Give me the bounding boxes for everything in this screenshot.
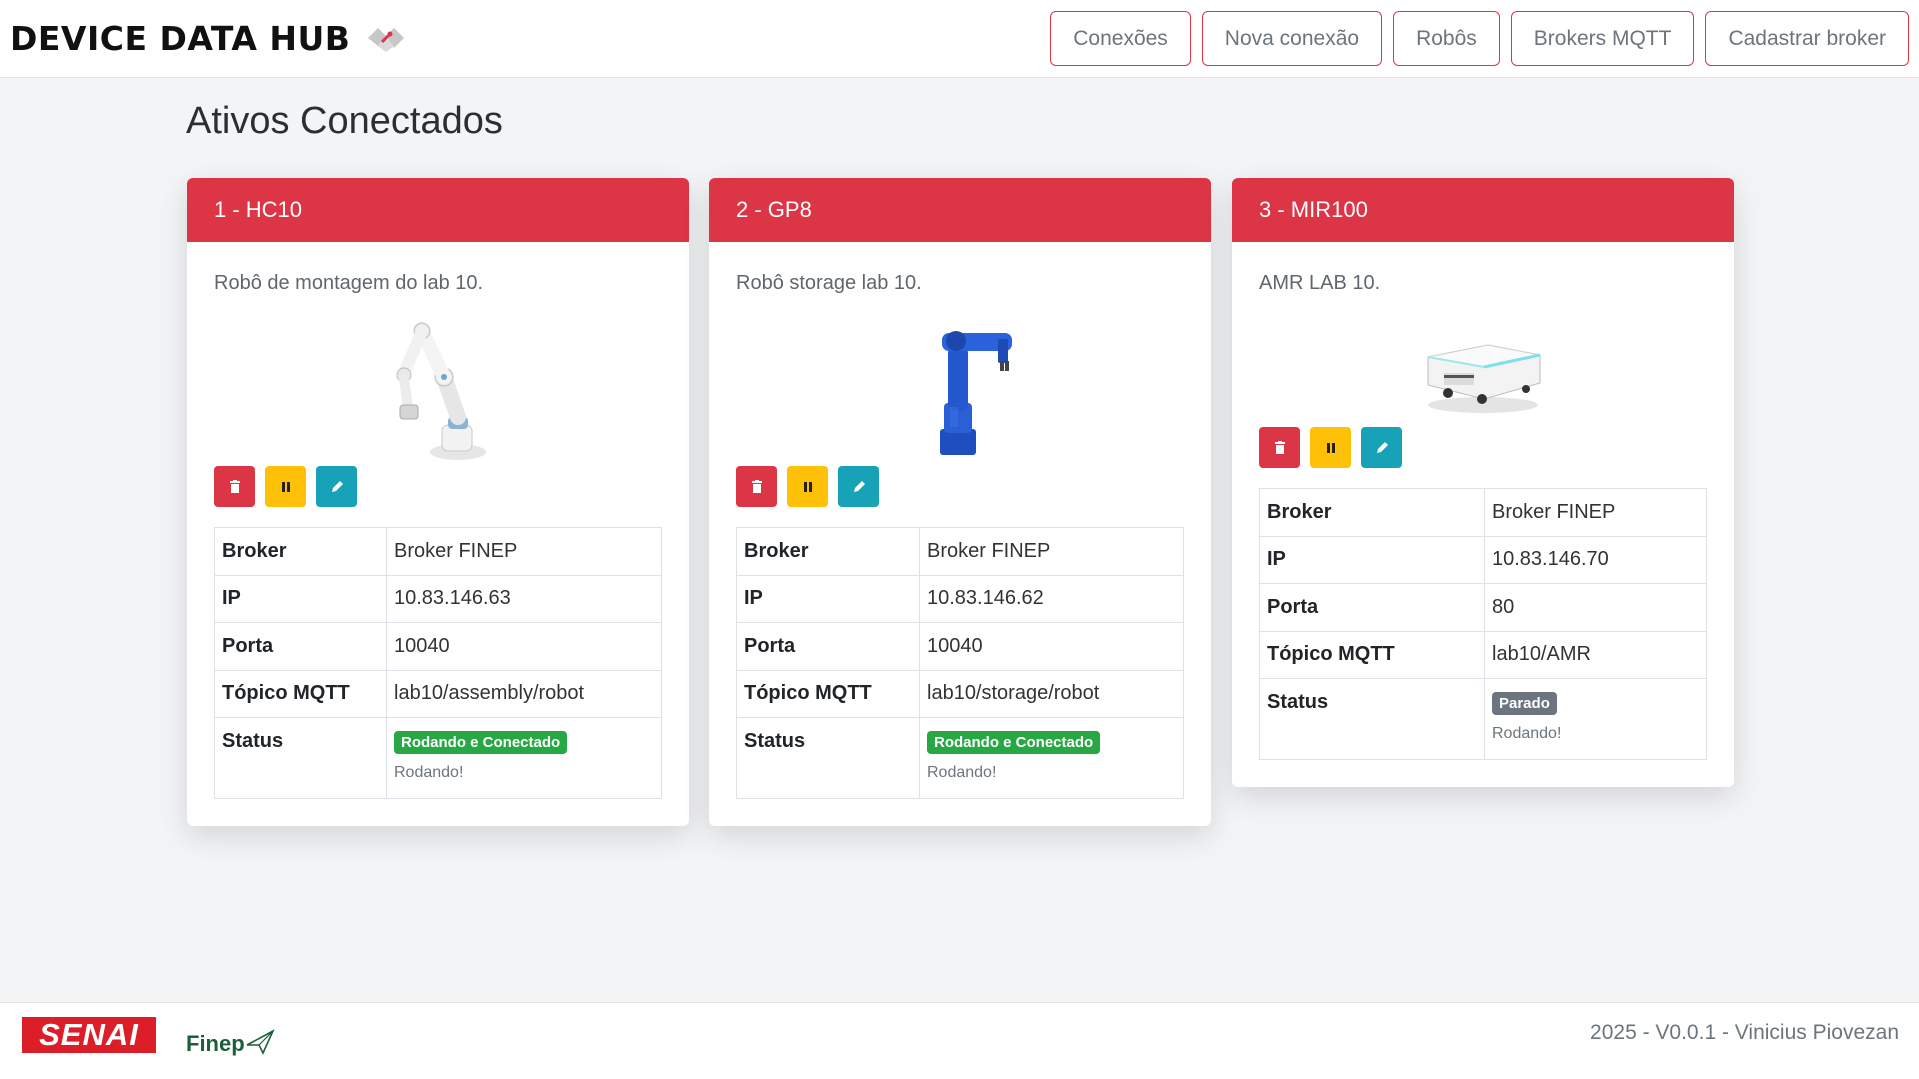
topic-label: Tópico MQTT [214,669,387,718]
pencil-icon [331,480,343,492]
table-row: Porta 10040 [214,622,662,671]
brand[interactable]: DEVICE DATA HUB [10,16,408,60]
status-label: Status [736,717,920,799]
ip-value: 10.83.146.62 [919,574,1184,623]
pause-button[interactable] [1310,427,1351,468]
trash-icon [1274,440,1285,454]
pause-icon [1326,442,1335,453]
status-text: Rodando! [1492,725,1562,742]
senai-logo: SENAI [22,1017,156,1053]
status-label: Status [214,717,387,799]
delete-button[interactable] [214,466,255,507]
brand-title: DEVICE DATA HUB [10,18,351,58]
broker-label: Broker [214,527,387,576]
brand-logo-icon [368,28,405,52]
device-card-hc10: 1 - HC10 Robô de montagem do lab 10. Bro… [187,178,689,826]
robot-gp8-image [940,331,1012,455]
status-badge: Rodando e Conectado [394,731,568,754]
top-navbar: DEVICE DATA HUB Conexões Nova conexão Ro… [0,0,1919,78]
table-row: Tópico MQTT lab10/assembly/robot [214,669,662,718]
delete-button[interactable] [736,466,777,507]
paper-plane-icon [246,1029,275,1055]
table-row: Status Parado Rodando! [1259,678,1707,760]
trash-icon [229,479,240,493]
ip-value: 10.83.146.70 [1484,535,1707,584]
table-row: Broker Broker FINEP [214,527,662,576]
robot-mir100-image [1427,344,1541,413]
device-info-table: Broker Broker FINEP IP 10.83.146.70 Port… [1259,488,1707,760]
device-info-table: Broker Broker FINEP IP 10.83.146.62 Port… [736,527,1184,799]
card-description: Robô de montagem do lab 10. [214,272,484,294]
device-info-table: Broker Broker FINEP IP 10.83.146.63 Port… [214,527,662,799]
nav-brokers-mqtt-button[interactable]: Brokers MQTT [1510,11,1695,66]
status-label: Status [1259,678,1485,760]
status-badge: Parado [1492,692,1557,715]
topic-value: lab10/storage/robot [919,669,1184,718]
topic-value: lab10/AMR [1484,630,1707,679]
status-text: Rodando! [394,764,464,781]
table-row: Status Rodando e Conectado Rodando! [736,717,1184,799]
ip-label: IP [736,574,920,623]
pencil-icon [853,480,865,492]
nav-robos-button[interactable]: Robôs [1393,11,1500,66]
device-card-gp8: 2 - GP8 Robô storage lab 10. Broker Brok… [709,178,1211,826]
table-row: Porta 80 [1259,583,1707,632]
broker-value: Broker FINEP [919,527,1184,576]
topic-label: Tópico MQTT [736,669,920,718]
port-value: 10040 [919,622,1184,671]
nav-conexoes-button[interactable]: Conexões [1050,11,1191,66]
footer: SENAI Finep 2025 - V0.0.1 - Vinicius Pio… [0,1002,1919,1079]
port-value: 80 [1484,583,1707,632]
pause-icon [803,481,812,492]
ip-label: IP [1259,535,1485,584]
status-text: Rodando! [927,764,997,781]
edit-button[interactable] [1361,427,1402,468]
senai-logo-text: SENAI [39,1017,139,1052]
robot-hc10-image [396,322,486,460]
nav-buttons: Conexões Nova conexão Robôs Brokers MQTT… [1050,11,1909,66]
pencil-icon [1376,441,1388,453]
table-row: Broker Broker FINEP [736,527,1184,576]
broker-label: Broker [1259,488,1485,537]
finep-logo-text: Finep [186,1031,245,1056]
card-description: Robô storage lab 10. [736,272,922,294]
port-label: Porta [736,622,920,671]
finep-logo: Finep [186,1017,275,1057]
card-title: 2 - GP8 [709,178,1211,242]
table-row: IP 10.83.146.62 [736,574,1184,623]
pause-button[interactable] [787,466,828,507]
pause-icon [281,481,290,492]
port-label: Porta [214,622,387,671]
broker-value: Broker FINEP [386,527,662,576]
copyright-text: 2025 - V0.0.1 - Vinicius Piovezan [1590,1021,1899,1044]
device-card-mir100: 3 - MIR100 AMR LAB 10. Broker Broker FIN… [1232,178,1734,787]
table-row: IP 10.83.146.70 [1259,535,1707,584]
card-title: 3 - MIR100 [1232,178,1734,242]
trash-icon [751,479,762,493]
page-title: Ativos Conectados [186,100,503,142]
nav-nova-conexao-button[interactable]: Nova conexão [1201,11,1383,66]
table-row: Status Rodando e Conectado Rodando! [214,717,662,799]
table-row: Tópico MQTT lab10/storage/robot [736,669,1184,718]
ip-label: IP [214,574,387,623]
broker-value: Broker FINEP [1484,488,1707,537]
table-row: Porta 10040 [736,622,1184,671]
pause-button[interactable] [265,466,306,507]
port-value: 10040 [386,622,662,671]
table-row: IP 10.83.146.63 [214,574,662,623]
edit-button[interactable] [316,466,357,507]
port-label: Porta [1259,583,1485,632]
edit-button[interactable] [838,466,879,507]
nav-cadastrar-broker-button[interactable]: Cadastrar broker [1705,11,1909,66]
card-title: 1 - HC10 [187,178,689,242]
topic-label: Tópico MQTT [1259,630,1485,679]
delete-button[interactable] [1259,427,1300,468]
card-description: AMR LAB 10. [1259,272,1381,294]
table-row: Broker Broker FINEP [1259,488,1707,537]
topic-value: lab10/assembly/robot [386,669,662,718]
table-row: Tópico MQTT lab10/AMR [1259,630,1707,679]
ip-value: 10.83.146.63 [386,574,662,623]
broker-label: Broker [736,527,920,576]
status-badge: Rodando e Conectado [927,731,1101,754]
